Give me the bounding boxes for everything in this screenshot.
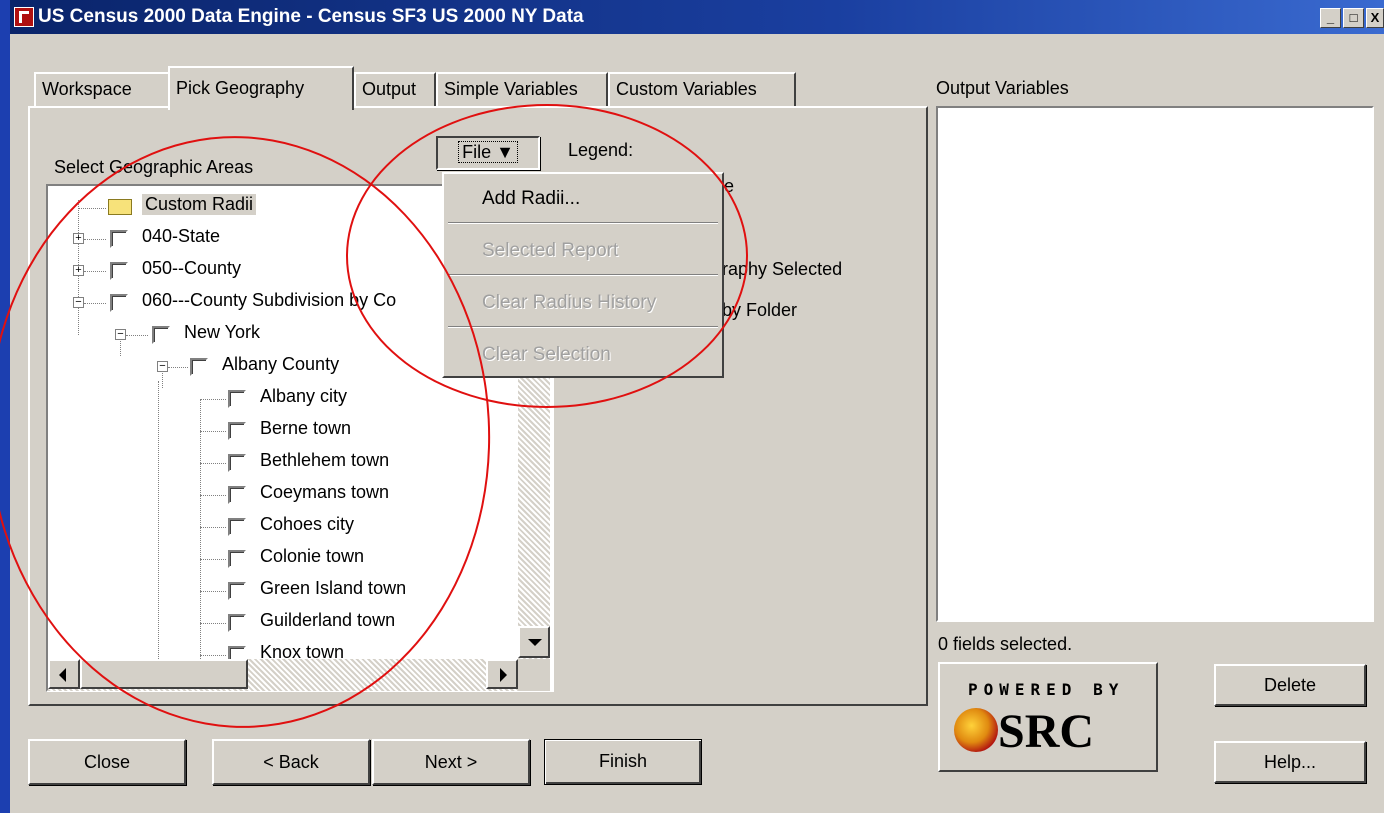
app-window: US Census 2000 Data Engine - Census SF3 …	[10, 0, 1384, 813]
file-menu-button-label: File ▼	[458, 141, 518, 163]
tree-line	[84, 239, 106, 240]
checkbox-green-island-town[interactable]	[228, 582, 246, 600]
tree-item-040-state[interactable]: 040-State	[142, 226, 220, 256]
expand-icon[interactable]: +	[73, 265, 84, 276]
app-icon	[14, 7, 34, 27]
menu-item-add-radii[interactable]: Add Radii...	[482, 188, 580, 210]
tree-item-albany-county[interactable]: Albany County	[222, 354, 339, 384]
checkbox-040-state[interactable]	[110, 230, 128, 248]
tree-item-060-county-subdivision[interactable]: 060---County Subdivision by Co	[142, 290, 396, 320]
legend-text-2: graphy Selected	[712, 259, 843, 279]
collapse-icon[interactable]: −	[157, 361, 168, 372]
checkbox-albany-city[interactable]	[228, 390, 246, 408]
tree-item-cohoes-city[interactable]: Cohoes city	[260, 514, 354, 544]
window-title: US Census 2000 Data Engine - Census SF3 …	[38, 6, 584, 27]
delete-button[interactable]: Delete	[1214, 664, 1366, 706]
menu-item-clear-selection[interactable]: Clear Selection	[482, 344, 611, 366]
checkbox-guilderland-town[interactable]	[228, 614, 246, 632]
tree-line	[158, 381, 159, 691]
checkbox-colonie-town[interactable]	[228, 550, 246, 568]
tree-item-colonie-town[interactable]: Colonie town	[260, 546, 364, 576]
menu-separator	[448, 274, 718, 276]
fields-selected-status: 0 fields selected.	[938, 634, 1073, 654]
expand-icon[interactable]: +	[73, 233, 84, 244]
tree-line	[200, 400, 201, 691]
checkbox-coeymans-town[interactable]	[228, 486, 246, 504]
powered-by-src-logo: POWERED BY SRC	[938, 662, 1158, 772]
scroll-left-button[interactable]	[48, 659, 80, 689]
checkbox-050-county[interactable]	[110, 262, 128, 280]
checkbox-new-york[interactable]	[152, 326, 170, 344]
tree-line	[200, 431, 226, 432]
tab-output[interactable]: Output	[354, 72, 436, 108]
help-button[interactable]: Help...	[1214, 741, 1366, 783]
globe-icon	[954, 708, 998, 752]
finish-button[interactable]: Finish	[544, 739, 702, 785]
tree-item-050-county[interactable]: 050--County	[142, 258, 241, 288]
tree-item-coeymans-town[interactable]: Coeymans town	[260, 482, 389, 512]
tree-item-albany-city[interactable]: Albany city	[260, 386, 347, 416]
tab-workspace[interactable]: Workspace	[34, 72, 170, 108]
checkbox-cohoes-city[interactable]	[228, 518, 246, 536]
tree-line	[200, 399, 226, 400]
output-variables-label: Output Variables	[936, 78, 1069, 98]
checkbox-bethlehem-town[interactable]	[228, 454, 246, 472]
collapse-icon[interactable]: −	[115, 329, 126, 340]
tree-line	[200, 527, 226, 528]
tree-line	[168, 367, 188, 368]
tree-line	[84, 271, 106, 272]
scroll-right-button[interactable]	[486, 659, 518, 689]
file-dropdown-menu: Add Radii... Selected Report Clear Radiu…	[442, 172, 724, 378]
legend-title: Legend:	[568, 140, 634, 160]
next-button[interactable]: Next >	[372, 739, 530, 785]
scroll-down-button[interactable]	[518, 626, 550, 658]
maximize-button[interactable]: □	[1343, 8, 1364, 28]
tree-item-label: Custom Radii	[142, 194, 257, 215]
tab-custom-variables[interactable]: Custom Variables	[608, 72, 796, 108]
src-brand: SRC	[998, 705, 1095, 758]
close-button[interactable]: Close	[28, 739, 186, 785]
tab-pick-geography[interactable]: Pick Geography	[168, 66, 354, 110]
minimize-button[interactable]: _	[1320, 8, 1341, 28]
tree-line	[200, 623, 226, 624]
legend-text-3: by Folder	[722, 300, 798, 320]
tree-item-berne-town[interactable]: Berne town	[260, 418, 351, 448]
tree-line	[200, 495, 226, 496]
arrow-down-icon	[528, 639, 542, 646]
tree-line	[126, 335, 148, 336]
checkbox-berne-town[interactable]	[228, 422, 246, 440]
menu-item-clear-radius-history[interactable]: Clear Radius History	[482, 292, 656, 314]
title-bar[interactable]: US Census 2000 Data Engine - Census SF3 …	[10, 0, 1384, 34]
collapse-icon[interactable]: −	[73, 297, 84, 308]
select-geographic-areas-label: Select Geographic Areas	[54, 157, 254, 177]
scrollbar-corner	[518, 659, 550, 691]
tree-item-green-island-town[interactable]: Green Island town	[260, 578, 406, 608]
folder-icon	[108, 199, 132, 215]
tree-line	[200, 591, 226, 592]
menu-separator	[448, 222, 718, 224]
tree-line	[78, 208, 106, 209]
menu-item-selected-report[interactable]: Selected Report	[482, 240, 618, 262]
menu-separator	[448, 326, 718, 328]
file-menu-button[interactable]: File ▼	[436, 136, 540, 170]
tree-line	[200, 463, 226, 464]
tree-line	[200, 655, 226, 656]
tab-simple-variables[interactable]: Simple Variables	[436, 72, 608, 108]
arrow-right-icon	[500, 668, 507, 682]
tree-item-guilderland-town[interactable]: Guilderland town	[260, 610, 395, 640]
tree-line	[200, 559, 226, 560]
scroll-thumb[interactable]	[80, 659, 248, 689]
tree-line	[84, 303, 106, 304]
checkbox-albany-county[interactable]	[190, 358, 208, 376]
close-window-button[interactable]: X	[1366, 8, 1384, 28]
tree-item-bethlehem-town[interactable]: Bethlehem town	[260, 450, 389, 480]
arrow-left-icon	[59, 668, 66, 682]
powered-by-text: POWERED BY	[968, 680, 1125, 699]
back-button[interactable]: < Back	[212, 739, 370, 785]
output-variables-list[interactable]	[936, 106, 1374, 622]
checkbox-060-county-subdivision[interactable]	[110, 294, 128, 312]
tree-item-new-york[interactable]: New York	[184, 322, 260, 352]
